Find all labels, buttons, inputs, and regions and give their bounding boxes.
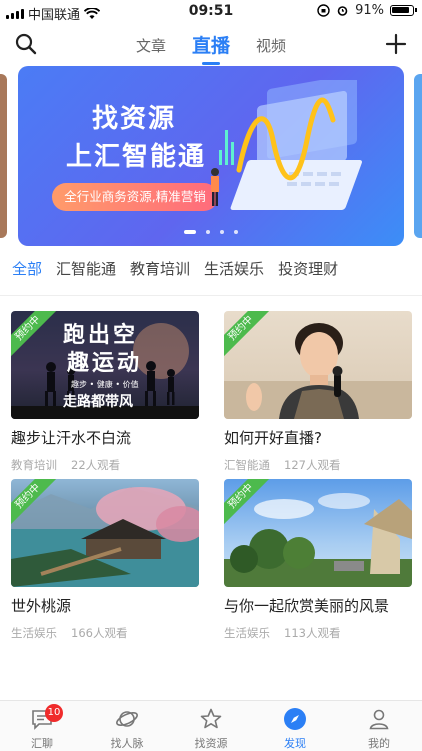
category-all[interactable]: 全部 [12,258,42,284]
bottom-tab-bar: 汇聊 10 找人脉 找资源 发现 我的 [0,700,422,751]
tabbar-label: 发现 [284,737,306,750]
planet-icon [116,711,138,727]
status-bar: 中国联通 09:51 91% [0,0,422,23]
tabbar-item-contacts[interactable]: 找人脉 [97,707,157,751]
alarm-icon [337,6,348,16]
live-card-category: 生活娱乐 [224,626,270,640]
live-card-views: 166人观看 [71,626,128,640]
tabbar-label: 我的 [368,737,390,750]
live-card-thumbnail[interactable]: 跑出空 趣运动 趣步 • 健康 • 价值 走路都带风 预约中 [11,311,199,419]
banner-illustration [211,80,362,210]
status-right: 91% [317,3,417,18]
banner-pill: 全行业商务资源,精准营销 [52,183,218,211]
live-card-category: 生活娱乐 [11,626,57,640]
live-card-title[interactable]: 趣步让汗水不白流 [11,427,199,448]
page-dot [234,230,238,234]
live-card-meta: 汇智能通 127人观看 [224,457,412,473]
divider [0,295,422,296]
thumb-slogan: 走路都带风 [63,394,133,410]
live-card-title[interactable]: 世外桃源 [11,595,199,616]
tabbar-label: 找资源 [194,737,228,750]
plus-icon[interactable] [384,32,408,56]
live-card-thumbnail[interactable]: 预约中 [11,479,199,587]
tab-live[interactable]: 直播 [192,28,230,65]
compass-icon [284,708,306,730]
tab-articles[interactable]: 文章 [136,28,166,58]
top-header: 文章 直播 视频 [0,28,422,65]
page-dot [206,230,210,234]
live-card-category: 教育培训 [11,458,57,472]
tabbar-item-discover[interactable]: 发现 [265,707,325,751]
banner-page-dots [18,230,404,234]
live-card-thumbnail[interactable]: 预约中 [224,479,412,587]
live-card-category: 汇智能通 [224,458,270,472]
battery-icon [390,5,417,16]
tabbar-item-resources[interactable]: 找资源 [181,707,241,751]
category-education[interactable]: 教育培训 [130,258,190,284]
unread-badge: 10 [45,704,63,722]
category-finance[interactable]: 投资理财 [278,258,338,284]
live-card[interactable]: 预约中 如何开好直播? 汇智能通 127人观看 [224,311,412,473]
live-card-views: 127人观看 [284,458,341,472]
category-lifestyle[interactable]: 生活娱乐 [204,258,264,284]
orientation-lock-icon [317,4,330,17]
banner-title-line2: 上汇智能通 [66,142,207,172]
banner-prev-peek [0,74,7,238]
page-dot [220,230,224,234]
thumb-tagline: 趣步 • 健康 • 价值 [71,380,139,389]
live-card-views: 113人观看 [284,626,341,640]
live-card-meta: 教育培训 22人观看 [11,457,199,473]
person-icon [369,709,389,730]
tabbar-item-profile[interactable]: 我的 [349,707,409,751]
live-card-thumbnail[interactable]: 预约中 [224,311,412,419]
tabbar-label: 找人脉 [110,737,144,750]
live-card-meta: 生活娱乐 166人观看 [11,625,199,641]
live-card[interactable]: 预约中 世外桃源 生活娱乐 166人观看 [11,479,199,641]
banner-slide[interactable]: 找资源 上汇智能通 全行业商务资源,精准营销 [18,66,404,246]
live-card-views: 22人观看 [71,458,121,472]
category-huizhi[interactable]: 汇智能通 [56,258,116,284]
page-dot-active [184,230,196,234]
live-card-title[interactable]: 与你一起欣赏美丽的风景 [224,595,412,616]
tabbar-item-chat[interactable]: 汇聊 10 [12,704,72,751]
star-icon [200,708,222,729]
banner-carousel[interactable]: 找资源 上汇智能通 全行业商务资源,精准营销 [0,66,422,246]
live-card-title[interactable]: 如何开好直播? [224,427,412,448]
banner-next-peek [414,74,422,238]
content-tabs: 文章 直播 视频 [0,28,422,65]
banner-title-line1: 找资源 [92,104,177,134]
live-card-meta: 生活娱乐 113人观看 [224,625,412,641]
live-card[interactable]: 预约中 与你一起欣赏美丽的风景 生活娱乐 113人观看 [224,479,412,641]
tab-videos[interactable]: 视频 [256,28,286,58]
thumb-headline-2: 趣运动 [67,351,143,376]
category-tabs: 全部 汇智能通 教育培训 生活娱乐 投资理财 [0,258,422,284]
battery-percent: 91% [355,3,384,18]
live-card[interactable]: 跑出空 趣运动 趣步 • 健康 • 价值 走路都带风 预约中 趣步让汗水不白流 … [11,311,199,473]
tabbar-label: 汇聊 [31,737,53,750]
